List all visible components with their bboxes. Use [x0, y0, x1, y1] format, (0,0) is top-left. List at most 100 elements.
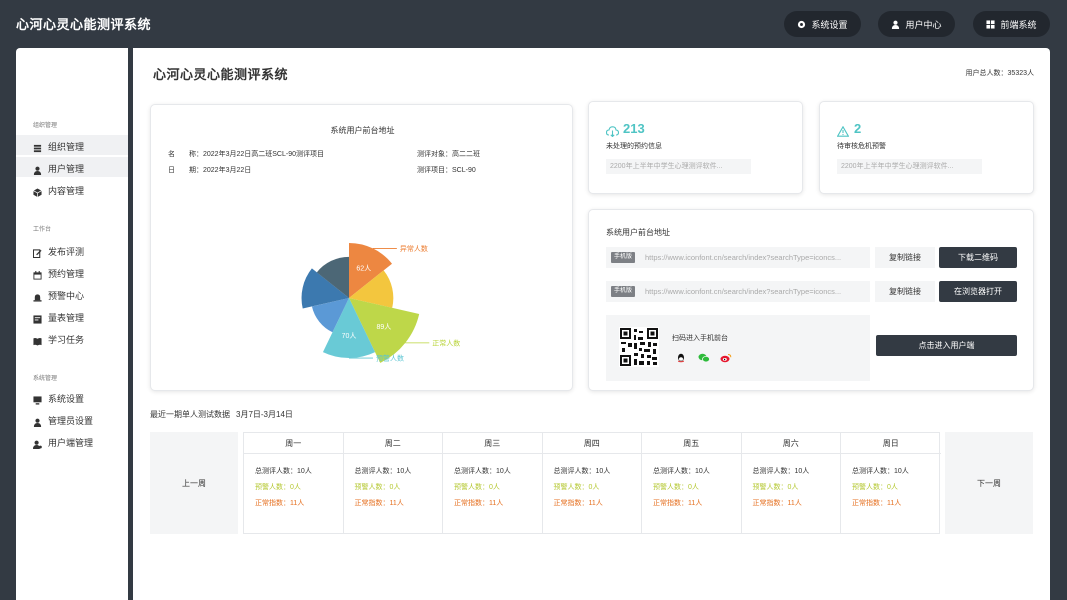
day-header: 周四	[542, 433, 641, 454]
mobile-url-field-2[interactable]: 手机版 https://www.iconfont.cn/search/index…	[606, 281, 870, 302]
rose-data-label: 62人	[356, 264, 371, 272]
day-total: 总测评人数：10人	[752, 468, 810, 475]
day-header: 周五	[642, 433, 741, 454]
weibo-icon[interactable]	[720, 350, 732, 368]
sidebar-item-alerts[interactable]: 预警中心	[16, 284, 128, 304]
sidebar-item-label: 量表管理	[48, 313, 85, 323]
cloud-icon	[605, 124, 620, 142]
sidebar: 首页 组织管理 组织管理 用户管理 内容管理 工作台 发布评测 预约管理 预警中…	[16, 48, 128, 600]
mobile-url: https://www.iconfont.cn/search/index?sea…	[645, 287, 842, 296]
mobile-tag: 手机版	[611, 286, 636, 297]
day-total: 总测评人数：10人	[454, 468, 511, 475]
qr-code-icon	[619, 327, 659, 372]
sidebar-item-label: 发布评测	[48, 247, 85, 257]
day-column: 周日总测评人数：10人 预警人数：0人 正常指数：11人	[841, 433, 941, 533]
sidebar-item-admin-settings[interactable]: 管理员设置	[16, 409, 128, 429]
copy-link-button[interactable]: 复制链接	[875, 281, 935, 302]
top-bar: 心河心灵心能测评系统 系统设置 用户中心 前端系统	[0, 0, 1067, 48]
sidebar-item-content[interactable]: 内容管理	[16, 179, 128, 199]
stat-chip: 2200年上半年中学生心理测评软件...	[606, 159, 751, 174]
sidebar-item-client-management[interactable]: 用户端管理	[16, 431, 128, 451]
download-qr-button[interactable]: 下载二维码	[939, 247, 1017, 268]
weekly-table: 周一 总测评人数：10人 预警人数：0人 正常指数：11人 周二 总测评人数：10人 预警人…	[243, 432, 941, 534]
stat-card-appointments[interactable]: 213 未处理的预约信息 2200年上半年中学生心理测评软件...	[588, 101, 803, 194]
scan-text: 扫码进入手机前台	[672, 335, 728, 342]
day-warn: 预警人数：0人	[354, 484, 401, 491]
sidebar-item-users[interactable]: 用户管理	[16, 157, 128, 177]
section-label-org: 组织管理	[33, 123, 58, 129]
day-normal: 正常指数：11人	[553, 500, 603, 507]
day-header: 周一	[244, 433, 343, 454]
monitor-icon	[33, 392, 42, 405]
weekly-range: 3月7日-3月14日	[236, 410, 293, 419]
day-total: 总测评人数：10人	[653, 468, 710, 475]
mobile-url-field-1[interactable]: 手机版 https://www.iconfont.cn/search/index…	[606, 247, 870, 268]
sidebar-item-system-settings[interactable]: 系统设置	[16, 387, 128, 407]
system-settings-label: 系统设置	[811, 19, 848, 30]
edit-icon	[32, 245, 42, 259]
qq-icon[interactable]	[676, 350, 686, 368]
mobile-tag: 手机版	[611, 252, 636, 263]
day-normal: 正常指数：11人	[852, 500, 902, 507]
scale-icon	[33, 311, 42, 324]
day-normal: 正常指数：11人	[752, 500, 802, 507]
frontend-card-heading: 系统用户前台地址	[606, 228, 670, 237]
sidebar-item-label: 预警中心	[48, 291, 85, 301]
prev-week-button[interactable]: 上一周	[150, 432, 238, 534]
user-icon	[891, 20, 900, 29]
cube-icon	[33, 184, 42, 197]
user-center-label: 用户中心	[905, 19, 942, 30]
day-total: 总测评人数：10人	[852, 468, 909, 475]
frontend-address-card: 系统用户前台地址 手机版 https://www.iconfont.cn/sea…	[588, 209, 1034, 391]
copy-link-button[interactable]: 复制链接	[875, 247, 935, 268]
day-warn: 预警人数：0人	[852, 484, 898, 491]
day-warn: 预警人数：0人	[454, 484, 500, 491]
sidebar-item-label: 系统设置	[48, 394, 85, 404]
main-content: 心河心灵心能测评系统 用户总人数：35323人 系统用户前台地址 名 称：202…	[133, 48, 1050, 600]
day-header: 周三	[443, 433, 542, 454]
day-warn: 预警人数：0人	[255, 484, 301, 491]
rose-callout-label: 正常人数	[432, 338, 460, 347]
user-icon	[33, 162, 42, 175]
stat-card-crisis[interactable]: 2 待审核危机预警 2200年上半年中学生心理测评软件...	[819, 101, 1034, 194]
sidebar-item-tasks[interactable]: 学习任务	[16, 328, 128, 348]
project-card: 系统用户前台地址 名 称：2022年3月22日高二班SCL-90测评项目 测评对…	[150, 104, 573, 391]
day-header: 周二	[343, 433, 442, 454]
weekly-title-text: 最近一期单人测试数据	[150, 410, 230, 419]
sidebar-item-appointments[interactable]: 预约管理	[16, 262, 128, 282]
rose-chart-svg: 62人 异常人数 89人正常人数 70人预警人数	[301, 242, 460, 363]
day-column: 周五 总测评人数：10人 预警人数：0人 正常指数：11人	[642, 433, 742, 533]
user-settings-icon	[33, 436, 42, 449]
day-normal: 正常指数：11人	[454, 500, 504, 507]
stat-label: 待审核危机预警	[837, 143, 886, 150]
wechat-icon[interactable]	[698, 350, 710, 368]
rose-chart: 62人 异常人数 89人 正常人数 70人 预警人数	[151, 105, 574, 392]
next-week-button[interactable]: 下一周	[945, 432, 1033, 534]
rose-data-label: 70人	[342, 332, 357, 340]
frontend-system-label: 前端系统	[1000, 19, 1037, 30]
day-column: 周一 总测评人数：10人 预警人数：0人 正常指数：11人	[244, 433, 344, 533]
sidebar-item-label: 预约管理	[48, 269, 85, 279]
open-in-browser-button[interactable]: 在浏览器打开	[939, 281, 1017, 302]
day-normal: 正常指数：11人	[255, 500, 305, 507]
system-settings-button[interactable]: 系统设置	[784, 11, 861, 37]
user-total: 用户总人数：35323人	[965, 70, 1034, 77]
admin-icon	[33, 414, 42, 427]
sidebar-item-publish[interactable]: 发布评测	[16, 240, 128, 260]
enter-user-client-button[interactable]: 点击进入用户端	[876, 335, 1017, 356]
sidebar-item-label: 用户端管理	[48, 438, 94, 448]
sidebar-item-scales[interactable]: 量表管理	[16, 306, 128, 326]
rose-data-label: 89人	[377, 323, 392, 331]
calendar-icon	[33, 267, 42, 280]
day-normal: 正常指数：11人	[653, 500, 703, 507]
day-header: 周日	[841, 433, 941, 454]
sidebar-item-label: 用户管理	[48, 164, 85, 174]
mobile-url: https://www.iconfont.cn/search/index?sea…	[645, 253, 842, 262]
rose-callout-label: 预警人数	[376, 354, 404, 363]
sidebar-item-label: 组织管理	[48, 142, 85, 152]
day-warn: 预警人数：0人	[752, 484, 799, 491]
sidebar-item-org[interactable]: 组织管理	[16, 135, 128, 155]
page-title: 心河心灵心能测评系统	[153, 67, 289, 82]
frontend-system-button[interactable]: 前端系统	[973, 11, 1050, 37]
user-center-button[interactable]: 用户中心	[878, 11, 955, 37]
